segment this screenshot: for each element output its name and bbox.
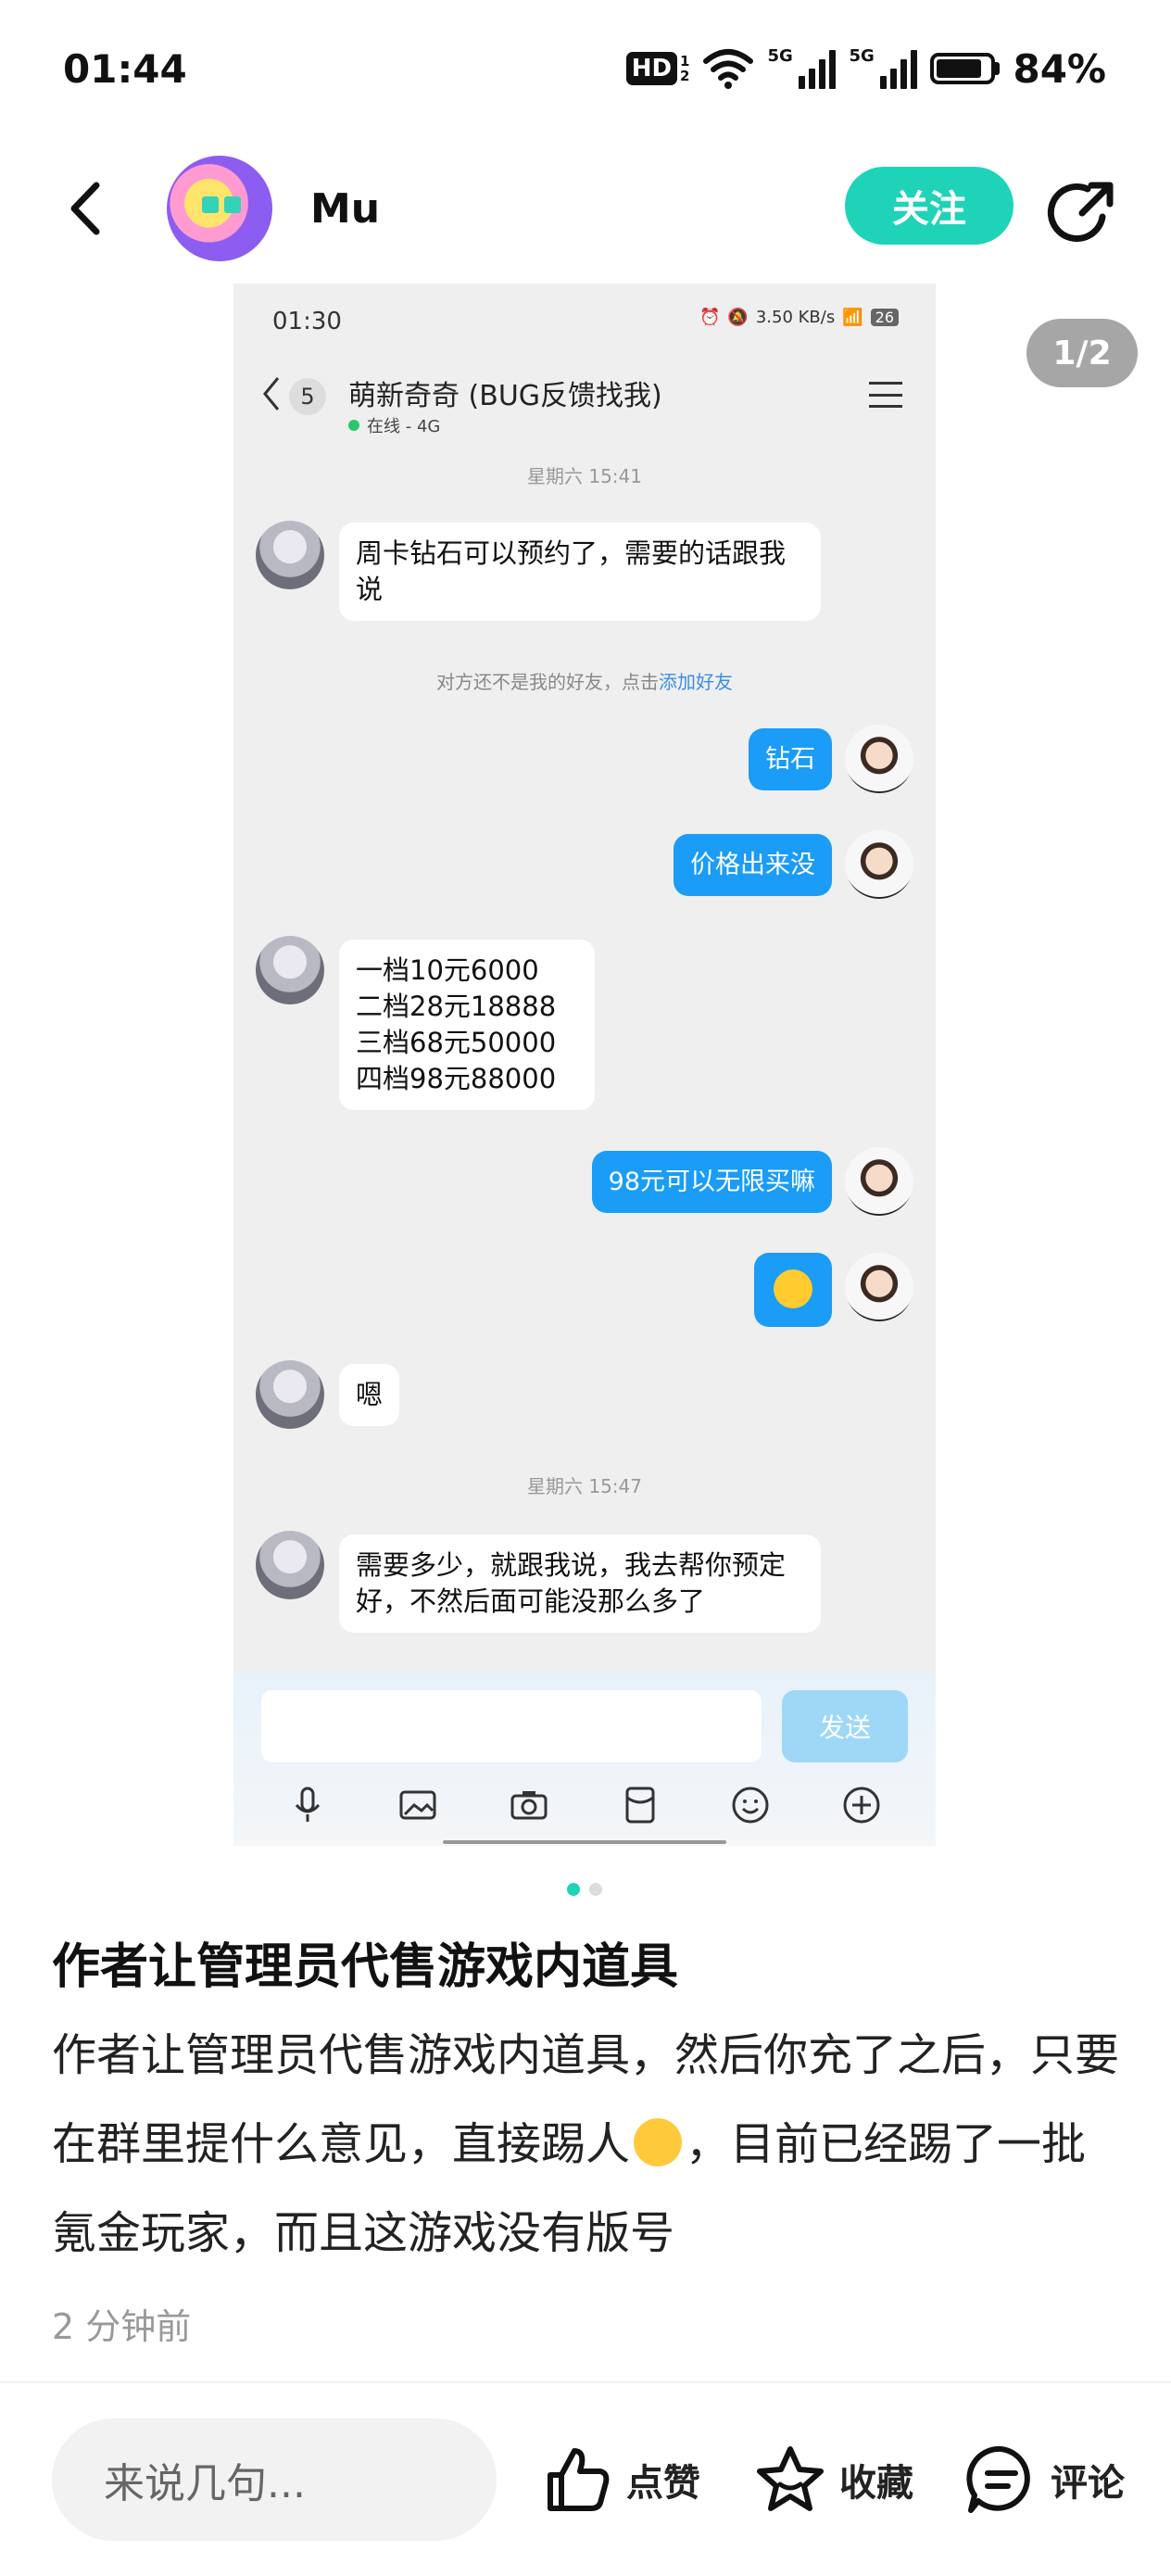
self-avatar	[845, 830, 913, 899]
chat-timestamp: 星期六 15:47	[527, 1475, 642, 1497]
like-button[interactable]: 点赞	[541, 2443, 700, 2517]
camera-icon	[510, 1791, 548, 1820]
battery-icon	[930, 53, 1001, 84]
hd-voice-icon: HD 1 2	[625, 52, 690, 85]
red-packet-icon	[625, 1787, 655, 1824]
star-icon	[757, 2446, 824, 2511]
price-tier-4: 四档98元88000	[356, 1063, 557, 1094]
smiling-emoji-icon	[634, 2118, 683, 2166]
status-bar: 01:44 HD 1 2 5G 5G 84%	[0, 0, 1171, 139]
chat-title: 萌新奇奇 (BUG反馈找我)	[348, 380, 662, 412]
chat-send-button: 发送	[782, 1690, 908, 1762]
other-user-avatar	[256, 1531, 324, 1599]
chat-message-left: 周卡钻石可以预约了，需要的话跟我说	[339, 523, 821, 621]
signal-1-label: 5G	[767, 46, 793, 66]
chat-message-right: 价格出来没	[674, 834, 832, 896]
chat-timestamp: 星期六 15:41	[527, 465, 642, 487]
plus-icon	[843, 1787, 880, 1824]
other-user-avatar	[256, 521, 324, 589]
chat-text-input	[261, 1690, 762, 1762]
screenshot-home-indicator	[443, 1840, 726, 1844]
author-username[interactable]: Mu	[310, 185, 380, 233]
screenshot-battery: 26	[870, 309, 899, 326]
screenshot-speed: 3.50 KB/s	[755, 308, 836, 327]
microphone-icon	[295, 1787, 320, 1822]
signal-strength-icon-1: 5G	[767, 46, 837, 89]
hd-label: HD	[625, 52, 678, 85]
emoji-icon	[732, 1787, 769, 1824]
post-header: Mu 关注	[0, 139, 1171, 278]
chat-header: 5 萌新奇奇 (BUG反馈找我) 在线 - 4G	[233, 358, 936, 441]
price-tier-3: 三档68元50000	[356, 1027, 557, 1058]
alarm-icon: ⏰	[699, 308, 721, 327]
wifi-icon	[703, 49, 754, 89]
hd-sub-top: 1	[680, 53, 690, 69]
back-arrow-icon[interactable]	[56, 176, 120, 241]
price-tier-2: 二档28元18888	[356, 991, 557, 1022]
price-tier-1: 一档10元6000	[356, 954, 539, 986]
chat-message-left: 嗯	[339, 1364, 400, 1426]
comment-icon	[966, 2445, 1030, 2513]
follow-button[interactable]: 关注	[845, 167, 1014, 245]
image-page-indicator: 1/2	[1026, 319, 1138, 387]
signal-2-label: 5G	[849, 46, 875, 66]
unread-count-badge: 5	[289, 378, 326, 415]
screenshot-time: 01:30	[272, 308, 342, 335]
carousel-dot-active[interactable]	[567, 1883, 580, 1896]
signal-strength-icon-2: 5G	[849, 46, 918, 89]
hd-sub-bottom: 2	[680, 68, 690, 84]
chat-message-right: 98元可以无限买嘛	[591, 1151, 832, 1213]
chat-message-left: 需要多少，就跟我说，我去帮你预定好，不然后面可能没那么多了	[339, 1534, 821, 1633]
confused-emoji-icon	[774, 1269, 812, 1308]
image-icon	[399, 1790, 436, 1820]
battery-percentage: 84%	[1013, 45, 1106, 92]
chat-menu-icon	[869, 382, 902, 408]
comment-input[interactable]: 来说几句...	[52, 2418, 497, 2541]
chat-toolbar	[233, 1777, 936, 1833]
post-title: 作者让管理员代售游戏内道具	[52, 1939, 679, 1995]
post-body: 作者让管理员代售游戏内道具，然后你充了之后，只要在群里提什么意见，直接踢人 ，目前…	[52, 2011, 1127, 2278]
share-icon[interactable]	[1047, 176, 1121, 250]
friend-notice: 对方还不是我的好友，点击添加好友	[436, 671, 733, 693]
favorite-button[interactable]: 收藏	[754, 2443, 913, 2517]
other-user-avatar	[256, 1360, 324, 1429]
comment-button[interactable]: 评论	[965, 2443, 1125, 2517]
favorite-label: 收藏	[839, 2462, 913, 2505]
self-avatar	[845, 1147, 913, 1216]
status-icons: HD 1 2 5G 5G 84%	[625, 41, 1106, 96]
status-time: 01:44	[63, 46, 187, 92]
carousel-dot[interactable]	[589, 1883, 602, 1896]
mute-icon: 🔕	[727, 308, 749, 327]
screenshot-status-bar: 01:30 ⏰ 🔕 3.50 KB/s 📶 26	[233, 284, 936, 354]
post-image[interactable]: 01:30 ⏰ 🔕 3.50 KB/s 📶 26 5 萌新奇奇 (BUG反馈找我…	[233, 284, 936, 1846]
screenshot-wifi-icon: 📶	[842, 308, 863, 327]
carousel-dots	[567, 1883, 602, 1896]
chat-message-right: 钻石	[749, 728, 832, 790]
self-avatar	[845, 725, 913, 793]
author-avatar[interactable]	[167, 156, 272, 261]
chat-input-area: 发送	[233, 1673, 936, 1846]
other-user-avatar	[256, 936, 324, 1004]
comment-label: 评论	[1051, 2462, 1125, 2505]
chat-back-icon	[263, 377, 280, 410]
bottom-action-bar: 来说几句... 点赞 收藏 评论	[0, 2383, 1171, 2576]
chat-message-emoji	[754, 1253, 832, 1327]
online-dot-icon	[348, 420, 359, 431]
post-timestamp: 2 分钟前	[52, 2306, 192, 2347]
chat-online-status: 在线 - 4G	[348, 413, 440, 437]
self-avatar	[845, 1253, 913, 1321]
like-label: 点赞	[626, 2462, 700, 2505]
chat-message-left: 一档10元6000 二档28元18888 三档68元50000 四档98元880…	[339, 940, 595, 1110]
thumbs-up-icon	[548, 2448, 610, 2511]
add-friend-link: 添加好友	[659, 671, 733, 693]
